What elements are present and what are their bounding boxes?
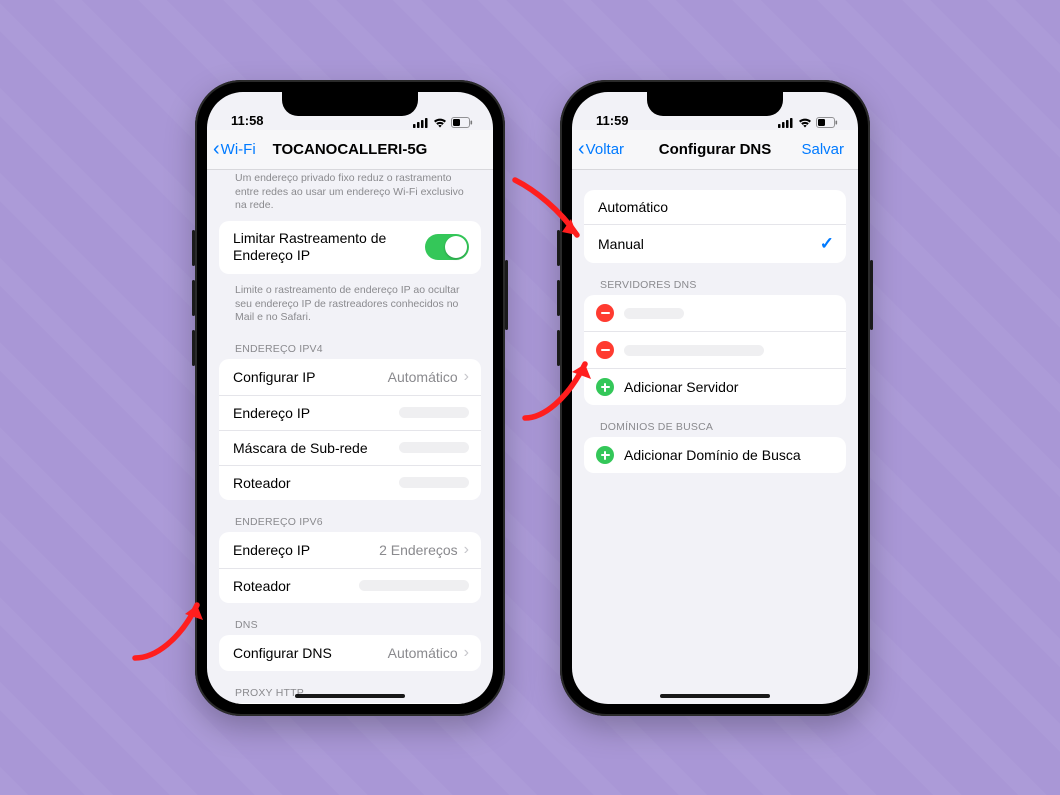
background-pattern (0, 0, 1060, 795)
row-mode-manual[interactable]: Manual ✓ (584, 224, 846, 263)
redacted-value (399, 477, 469, 488)
endereco-ipv6-value: 2 Endereços (379, 542, 458, 558)
row-configurar-ip[interactable]: Configurar IP Automático › (219, 359, 481, 395)
redacted-dns-value (624, 308, 684, 319)
endereco-ip-label: Endereço IP (233, 405, 399, 421)
row-endereco-ip: Endereço IP (219, 395, 481, 430)
redacted-dns-value (624, 345, 764, 356)
wifi-icon (433, 118, 447, 128)
cellular-signal-icon (413, 118, 429, 128)
wifi-icon (798, 118, 812, 128)
cellular-signal-icon (778, 118, 794, 128)
group-dns-servers: Adicionar Servidor (584, 295, 846, 405)
add-domain-label: Adicionar Domínio de Busca (624, 447, 801, 463)
add-icon[interactable] (596, 446, 614, 464)
row-roteador-v6: Roteador (219, 568, 481, 603)
section-header-ipv6: ENDEREÇO IPV6 (219, 506, 481, 532)
home-indicator[interactable] (660, 694, 770, 698)
remove-icon[interactable] (596, 304, 614, 322)
configurar-dns-value: Automático (388, 645, 458, 661)
device-notch (647, 92, 783, 116)
group-proxy: Configurar Proxy Desativado › (219, 703, 481, 704)
row-add-server[interactable]: Adicionar Servidor (584, 368, 846, 405)
mode-auto-label: Automático (598, 199, 834, 215)
back-button[interactable]: ‹ Wi-Fi (213, 141, 256, 159)
back-label: Voltar (586, 141, 624, 158)
roteador-v6-label: Roteador (233, 578, 359, 594)
section-header-dominios-busca: DOMÍNIOS DE BUSCA (584, 411, 846, 437)
configurar-dns-label: Configurar DNS (233, 645, 388, 661)
row-dns-server-2[interactable] (584, 331, 846, 368)
row-configurar-proxy[interactable]: Configurar Proxy Desativado › (219, 703, 481, 704)
mascara-label: Máscara de Sub-rede (233, 440, 399, 456)
section-header-ipv4: ENDEREÇO IPV4 (219, 333, 481, 359)
row-mode-auto[interactable]: Automático (584, 190, 846, 224)
status-time: 11:59 (596, 113, 629, 128)
row-configurar-dns[interactable]: Configurar DNS Automático › (219, 635, 481, 671)
back-label: Wi-Fi (221, 141, 256, 158)
add-server-label: Adicionar Servidor (624, 379, 738, 395)
group-search-domains: Adicionar Domínio de Busca (584, 437, 846, 473)
section-header-servidores-dns: SERVIDORES DNS (584, 269, 846, 295)
checkmark-icon: ✓ (820, 234, 834, 254)
configurar-ip-label: Configurar IP (233, 369, 388, 385)
battery-icon (816, 117, 838, 128)
chevron-right-icon: › (464, 368, 469, 386)
help-text-tracking: Limite o rastreamento de endereço IP ao … (219, 280, 481, 333)
row-limit-tracking[interactable]: Limitar Rastreamento de Endereço IP (219, 221, 481, 274)
status-icons (413, 117, 473, 128)
chevron-left-icon: ‹ (213, 139, 220, 159)
group-dns: Configurar DNS Automático › (219, 635, 481, 671)
mode-manual-label: Manual (598, 236, 820, 252)
limit-tracking-label: Limitar Rastreamento de Endereço IP (233, 230, 403, 265)
back-button[interactable]: ‹ Voltar (578, 141, 624, 159)
group-ipv4: Configurar IP Automático › Endereço IP M… (219, 359, 481, 500)
configurar-ip-value: Automático (388, 369, 458, 385)
status-time: 11:58 (231, 113, 264, 128)
nav-bar: ‹ Voltar Configurar DNS Salvar (572, 130, 858, 170)
row-add-domain[interactable]: Adicionar Domínio de Busca (584, 437, 846, 473)
redacted-value (359, 580, 469, 591)
add-icon[interactable] (596, 378, 614, 396)
phone-mockup-wifi-details: 11:58 ‹ Wi-Fi TOCANOCALLERI-5G Um endere… (195, 80, 505, 716)
section-header-dns: DNS (219, 609, 481, 635)
endereco-ipv6-label: Endereço IP (233, 542, 379, 558)
redacted-value (399, 407, 469, 418)
save-button[interactable]: Salvar (801, 141, 852, 158)
group-tracking: Limitar Rastreamento de Endereço IP (219, 221, 481, 274)
row-roteador-v4: Roteador (219, 465, 481, 500)
status-icons (778, 117, 838, 128)
row-mascara: Máscara de Sub-rede (219, 430, 481, 465)
section-header-proxy: PROXY HTTP (219, 677, 481, 703)
redacted-value (399, 442, 469, 453)
battery-icon (451, 117, 473, 128)
limit-tracking-toggle[interactable] (425, 234, 469, 260)
chevron-right-icon: › (464, 541, 469, 559)
row-endereco-ipv6[interactable]: Endereço IP 2 Endereços › (219, 532, 481, 568)
group-ipv6: Endereço IP 2 Endereços › Roteador (219, 532, 481, 603)
chevron-left-icon: ‹ (578, 139, 585, 159)
help-text-private-address: Um endereço privado fixo reduz o rastram… (219, 170, 481, 221)
roteador-v4-label: Roteador (233, 475, 399, 491)
group-dns-mode: Automático Manual ✓ (584, 190, 846, 263)
row-dns-server-1[interactable] (584, 295, 846, 331)
device-notch (282, 92, 418, 116)
nav-bar: ‹ Wi-Fi TOCANOCALLERI-5G (207, 130, 493, 170)
remove-icon[interactable] (596, 341, 614, 359)
home-indicator[interactable] (295, 694, 405, 698)
chevron-right-icon: › (464, 644, 469, 662)
phone-mockup-configurar-dns: 11:59 ‹ Voltar Configurar DNS Salvar Aut… (560, 80, 870, 716)
